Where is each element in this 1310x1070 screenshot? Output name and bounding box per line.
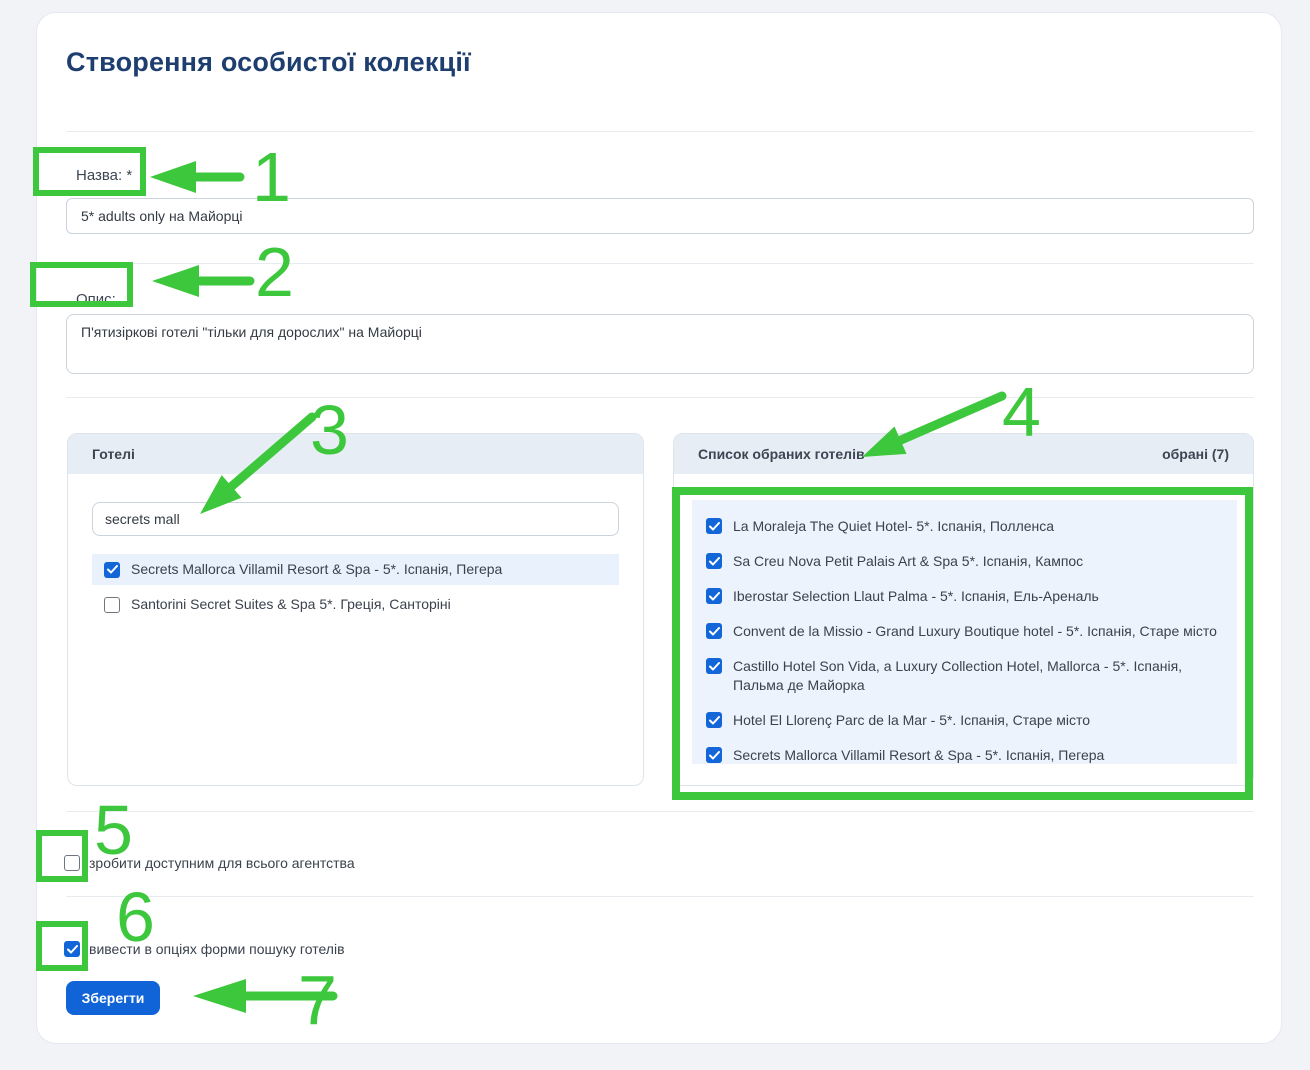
search-form-option-label: вивести в опціях форми пошуку готелів (89, 941, 345, 957)
hotel-label: Iberostar Selection Llaut Palma - 5*. Іс… (733, 587, 1099, 606)
check-icon (709, 751, 720, 760)
hotel-label: Convent de la Missio - Grand Luxury Bout… (733, 622, 1217, 641)
selected-hotel-row[interactable]: Secrets Mallorca Villamil Resort & Spa -… (706, 738, 1223, 764)
collection-description-input[interactable]: П'ятизіркові готелі "тільки для дорослих… (66, 314, 1254, 374)
check-icon (709, 662, 720, 671)
hotel-label: Castillo Hotel Son Vida, a Luxury Collec… (733, 657, 1223, 695)
hotels-panel: Готелі Secrets Mallorca Villamil Resort … (67, 433, 644, 786)
hotel-label: Santorini Secret Suites & Spa 5*. Греція… (131, 595, 451, 614)
selected-hotel-row[interactable]: Hotel El Llorenç Parc de la Mar - 5*. Іс… (706, 703, 1223, 738)
selected-hotel-row[interactable]: Sa Creu Nova Petit Palais Art & Spa 5*. … (706, 544, 1223, 579)
hotel-checkbox[interactable] (706, 588, 722, 604)
hotel-checkbox[interactable] (706, 623, 722, 639)
selected-count-badge: обрані (7) (1162, 446, 1229, 462)
selected-hotel-row[interactable]: Iberostar Selection Llaut Palma - 5*. Іс… (706, 579, 1223, 614)
agency-access-checkbox[interactable] (64, 855, 80, 871)
divider (66, 896, 1254, 897)
selected-hotel-row[interactable]: Convent de la Missio - Grand Luxury Bout… (706, 614, 1223, 649)
hotel-checkbox[interactable] (706, 658, 722, 674)
hotel-label: Secrets Mallorca Villamil Resort & Spa -… (733, 746, 1104, 764)
save-button[interactable]: Зберегти (66, 981, 160, 1015)
hotel-checkbox[interactable] (104, 562, 120, 578)
check-icon (709, 557, 720, 566)
create-collection-card: Створення особистої колекції Назва: * Оп… (36, 12, 1282, 1044)
selected-hotels-panel: Список обраних готелів обрані (7) La Mor… (673, 433, 1254, 786)
divider (66, 397, 1254, 398)
check-icon (709, 627, 720, 636)
check-icon (67, 945, 78, 954)
description-field-label: Опис: (76, 291, 116, 308)
hotel-label: Secrets Mallorca Villamil Resort & Spa -… (131, 560, 502, 579)
agency-access-label: зробити доступним для всього агентства (89, 855, 355, 871)
search-form-option-row: вивести в опціях форми пошуку готелів (64, 941, 345, 957)
collection-name-input[interactable] (66, 198, 1254, 234)
hotel-checkbox[interactable] (706, 712, 722, 728)
hotel-checkbox[interactable] (706, 518, 722, 534)
hotels-panel-header: Готелі (68, 434, 643, 474)
hotel-checkbox[interactable] (706, 553, 722, 569)
hotel-search-result-row[interactable]: Santorini Secret Suites & Spa 5*. Греція… (92, 589, 619, 620)
hotel-search-results: Secrets Mallorca Villamil Resort & Spa -… (92, 554, 619, 620)
name-field-label: Назва: * (76, 167, 132, 184)
divider (66, 263, 1254, 264)
check-icon (709, 716, 720, 725)
selected-hotel-row[interactable]: La Moraleja The Quiet Hotel- 5*. Іспанія… (706, 509, 1223, 544)
selected-hotels-list: La Moraleja The Quiet Hotel- 5*. Іспанія… (692, 500, 1237, 764)
hotels-panel-body: Secrets Mallorca Villamil Resort & Spa -… (68, 474, 643, 648)
check-icon (709, 522, 720, 531)
selected-hotels-panel-header: Список обраних готелів обрані (7) (674, 434, 1253, 474)
check-icon (107, 565, 118, 574)
hotel-checkbox[interactable] (104, 597, 120, 613)
hotels-panel-title: Готелі (92, 446, 135, 462)
divider (66, 131, 1254, 132)
selected-hotels-panel-title: Список обраних готелів (698, 446, 865, 462)
divider (66, 811, 1254, 812)
hotel-checkbox[interactable] (706, 747, 722, 763)
page-title: Створення особистої колекції (66, 47, 471, 78)
hotel-search-input[interactable] (92, 502, 619, 536)
hotel-label: Sa Creu Nova Petit Palais Art & Spa 5*. … (733, 552, 1083, 571)
hotel-label: Hotel El Llorenç Parc de la Mar - 5*. Іс… (733, 711, 1090, 730)
agency-option-row: зробити доступним для всього агентства (64, 855, 355, 871)
search-form-option-checkbox[interactable] (64, 941, 80, 957)
hotel-search-result-row[interactable]: Secrets Mallorca Villamil Resort & Spa -… (92, 554, 619, 585)
hotel-label: La Moraleja The Quiet Hotel- 5*. Іспанія… (733, 517, 1054, 536)
selected-hotel-row[interactable]: Castillo Hotel Son Vida, a Luxury Collec… (706, 649, 1223, 703)
check-icon (709, 592, 720, 601)
